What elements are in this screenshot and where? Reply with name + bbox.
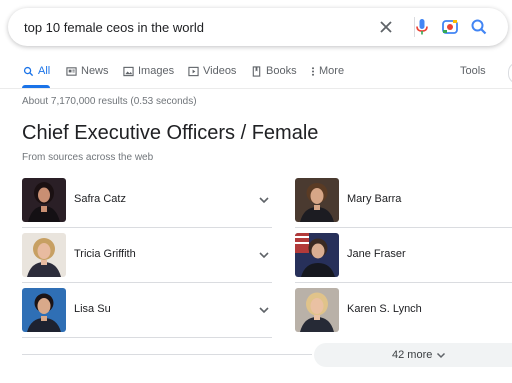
divider (22, 227, 272, 228)
chevron-down-icon (436, 352, 446, 359)
divider (295, 227, 512, 228)
person-photo (295, 233, 339, 277)
person-item[interactable]: Karen S. Lynch (295, 286, 512, 338)
tab-videos[interactable]: Videos (187, 65, 236, 77)
more-button[interactable]: 42 more (314, 343, 512, 367)
tools-button[interactable]: Tools (460, 65, 486, 77)
search-icon (22, 65, 34, 77)
panel-title: Chief Executive Officers / Female (22, 122, 319, 144)
person-photo (295, 288, 339, 332)
chevron-down-icon[interactable] (256, 302, 272, 318)
person-name: Mary Barra (347, 193, 402, 205)
video-icon (187, 65, 199, 77)
tools-label: Tools (460, 65, 486, 77)
panel-subtitle: From sources across the web (22, 152, 154, 163)
divider (22, 354, 312, 355)
news-icon (65, 65, 77, 77)
person-name: Safra Catz (74, 193, 126, 205)
divider (295, 282, 512, 283)
tab-images[interactable]: Images (122, 65, 174, 77)
chevron-down-icon[interactable] (256, 247, 272, 263)
more-label: 42 more (392, 349, 433, 361)
tab-news[interactable]: News (65, 65, 109, 77)
book-icon (250, 65, 262, 77)
person-item[interactable]: Mary Barra (295, 176, 512, 228)
search-icon[interactable] (469, 17, 489, 37)
person-item[interactable]: Tricia Griffith (22, 231, 272, 283)
search-tabs: All News Images Videos Books More Tools (0, 60, 512, 88)
person-item[interactable]: Lisa Su (22, 286, 272, 338)
person-name: Jane Fraser (347, 248, 406, 260)
tab-label: All (38, 65, 51, 77)
search-bar[interactable]: top 10 female ceos in the world (8, 8, 508, 46)
tab-label: More (319, 65, 345, 77)
tab-label: Images (138, 65, 175, 77)
divider (22, 282, 272, 283)
result-stats: About 7,170,000 results (0.53 seconds) (22, 96, 197, 107)
tabs-divider (0, 88, 512, 89)
tab-more[interactable]: More (310, 65, 344, 77)
person-name: Lisa Su (74, 303, 111, 315)
tab-books[interactable]: Books (250, 65, 297, 77)
search-input[interactable]: top 10 female ceos in the world (24, 20, 204, 35)
tab-label: News (81, 65, 109, 77)
divider (22, 337, 272, 338)
person-photo (22, 233, 66, 277)
person-name: Tricia Griffith (74, 248, 136, 260)
close-icon[interactable] (376, 17, 396, 37)
microphone-icon[interactable] (412, 17, 432, 37)
person-name: Karen S. Lynch (347, 303, 422, 315)
tab-all[interactable]: All (22, 65, 50, 77)
more-vert-icon (310, 65, 315, 77)
tab-label: Videos (203, 65, 237, 77)
person-photo (22, 288, 66, 332)
lens-icon[interactable] (440, 17, 460, 37)
person-item[interactable]: Safra Catz (22, 176, 272, 228)
chevron-down-icon[interactable] (256, 192, 272, 208)
image-icon (122, 65, 134, 77)
person-photo (22, 178, 66, 222)
person-photo (295, 178, 339, 222)
tab-label: Books (266, 65, 297, 77)
person-item[interactable]: Jane Fraser (295, 231, 512, 283)
